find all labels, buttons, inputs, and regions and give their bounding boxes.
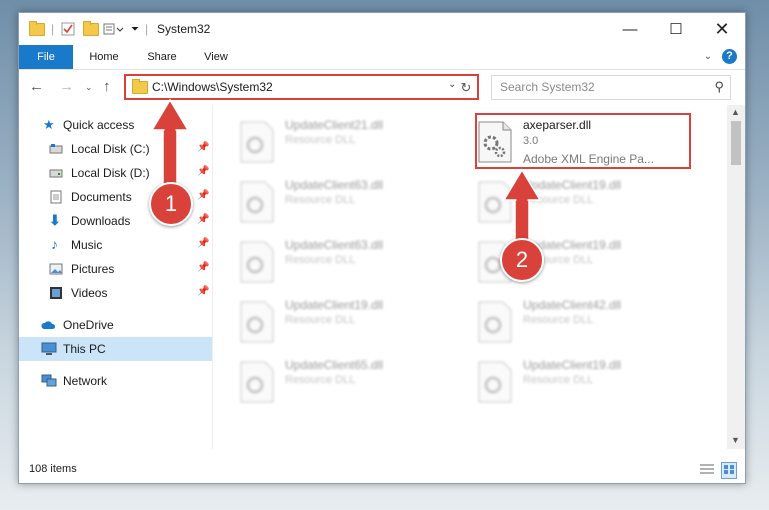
- callout-1: 1: [149, 182, 193, 226]
- annotation-overlay: [150, 98, 542, 251]
- arrow-1: [150, 98, 190, 195]
- callout-2: 2: [500, 238, 544, 282]
